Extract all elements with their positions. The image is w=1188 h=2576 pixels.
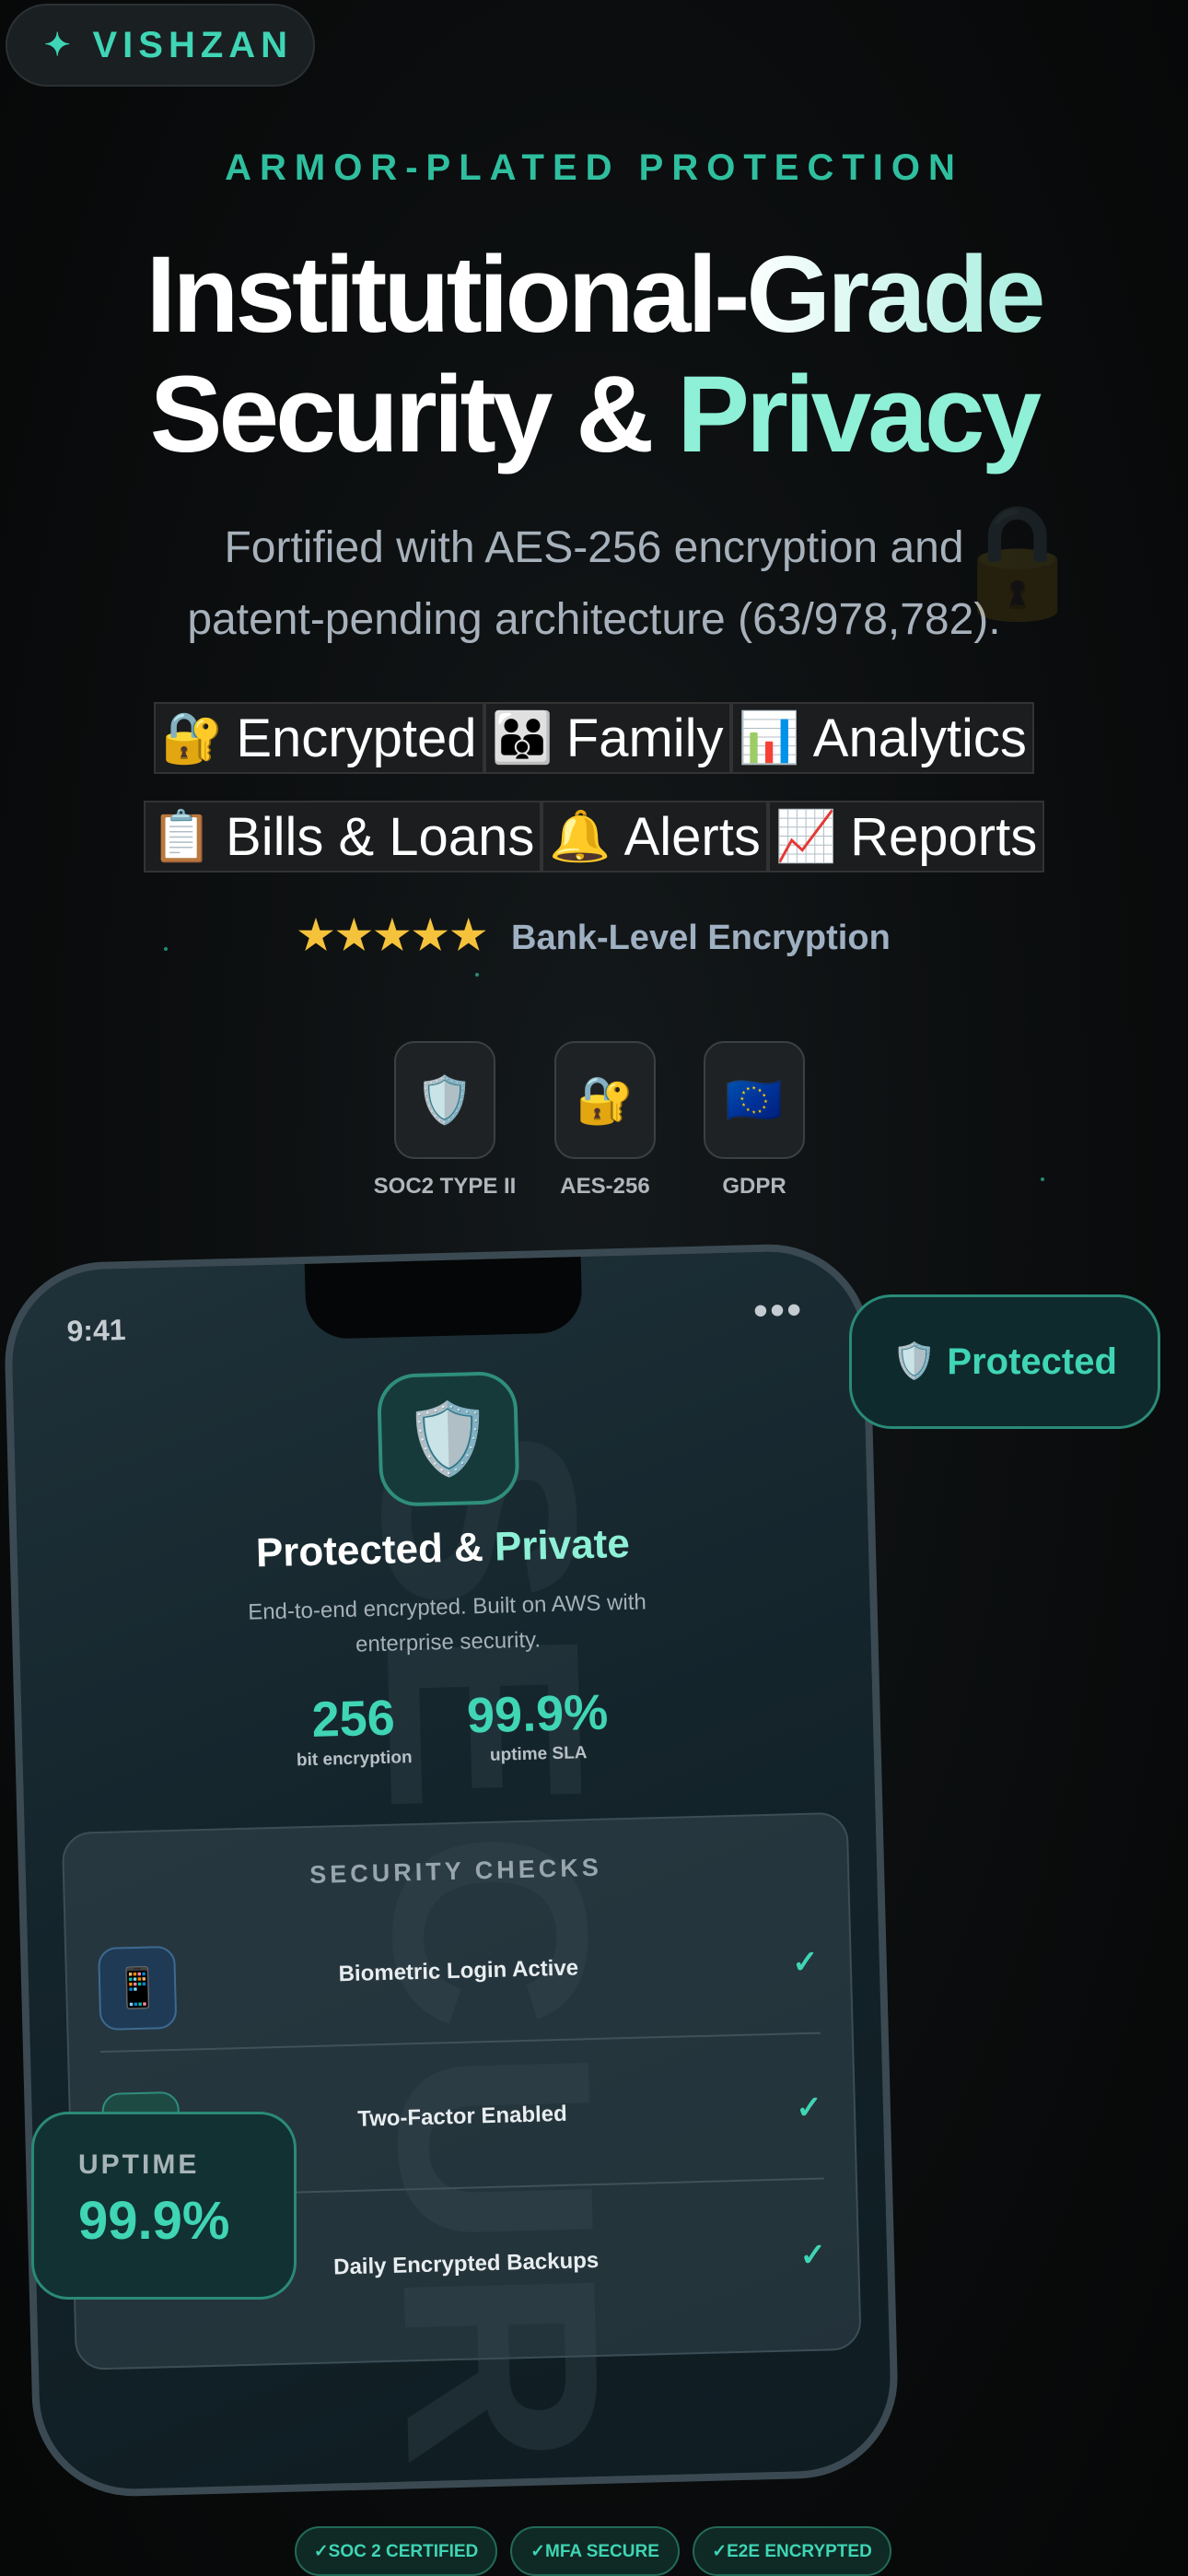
- rating-label: Bank-Level Encryption: [511, 919, 891, 957]
- check-row-biometric[interactable]: 📱 Biometric Login Active ✓: [97, 1896, 821, 2054]
- status-time: 9:41: [66, 1313, 127, 1348]
- feature-chip-reports[interactable]: 📈 Reports: [767, 801, 1045, 872]
- hero-title-line2: Security & Privacy: [0, 355, 1188, 474]
- feature-chip-encrypted[interactable]: 🔐 Encrypted: [154, 702, 484, 774]
- feature-label: Analytics: [812, 708, 1027, 768]
- e2e-encrypted-pill: ✓E2E ENCRYPTED: [693, 2526, 891, 2576]
- stat-value: 256: [310, 1690, 396, 1748]
- feature-label: Encrypted: [236, 708, 477, 768]
- bell-icon: 🔔: [549, 808, 611, 864]
- family-icon: 👪: [491, 709, 553, 766]
- bar-chart-icon: 📊: [738, 709, 800, 766]
- feature-label: Family: [565, 708, 724, 768]
- soc2-certified-pill: ✓SOC 2 CERTIFIED: [295, 2526, 497, 2576]
- feature-chip-alerts[interactable]: 🔔 Alerts: [542, 801, 768, 872]
- phone-title-private: Private: [494, 1520, 631, 1570]
- feature-row-1: 🔐 Encrypted 👪 Family 📊 Analytics: [0, 702, 1188, 774]
- stat-uptime: 99.9% uptime SLA: [445, 1683, 631, 1767]
- feature-row-2: 📋 Bills & Loans 🔔 Alerts 📈 Reports: [0, 801, 1188, 872]
- shield-icon: 🛡️: [892, 1342, 937, 1381]
- lock-icon: 🔒: [949, 499, 1087, 623]
- cert-badge-gdpr[interactable]: 🇪🇺 GDPR: [704, 1041, 805, 1200]
- clipboard-icon: 📋: [150, 808, 214, 864]
- check-label: Biometric Login Active: [338, 1955, 579, 1987]
- uptime-label: UPTIME: [78, 2149, 200, 2180]
- checkmark-icon: ✓: [799, 2237, 827, 2274]
- protected-badge: 🛡️ Protected: [849, 1294, 1160, 1429]
- checkmark-icon: ✓: [795, 2090, 823, 2126]
- checkmark-icon: ✓: [791, 1944, 820, 1981]
- stat-value: 99.9%: [466, 1684, 609, 1744]
- phone-subtitle: End-to-end encrypted. Built on AWS with …: [230, 1585, 665, 1666]
- cert-badge-aes256[interactable]: 🔐 AES-256: [554, 1041, 656, 1200]
- feature-label: Bills & Loans: [226, 806, 535, 867]
- more-dots-icon[interactable]: •••: [752, 1284, 804, 1335]
- sparkle-icon: ✦: [44, 28, 76, 63]
- feature-chip-bills-loans[interactable]: 📋 Bills & Loans: [143, 801, 542, 872]
- stat-encryption: 256 bit encryption: [279, 1689, 428, 1772]
- hero-title-security: Security &: [149, 354, 655, 475]
- locked-with-key-icon: 🔐: [161, 709, 224, 766]
- feature-label: Reports: [850, 806, 1038, 867]
- brand-pill[interactable]: ✦ VISHZAN: [6, 4, 315, 87]
- star-rating-icon: ★★★★★: [297, 913, 489, 958]
- protected-label: Protected: [947, 1341, 1117, 1382]
- hero-eyebrow: ARMOR-PLATED PROTECTION: [225, 147, 963, 188]
- lock-icon: 🔐: [554, 1041, 656, 1159]
- brand-name: VISHZAN: [92, 24, 294, 65]
- uptime-value: 99.9%: [78, 2191, 230, 2251]
- phone-notch: [304, 1247, 583, 1340]
- shield-icon: 🛡️: [376, 1370, 520, 1507]
- mfa-secure-pill: ✓MFA SECURE: [510, 2526, 680, 2576]
- hero-title-line1: Institutional-Grade: [0, 235, 1188, 355]
- decorative-dot: [1041, 1177, 1044, 1181]
- hero-title: Institutional-Grade Security & Privacy: [0, 235, 1188, 474]
- trend-chart-icon: 📈: [775, 808, 838, 864]
- shield-icon: 🛡️: [394, 1041, 495, 1159]
- phone-mockup: SECURE 9:41 ••• 🛡️ Protected & Private E…: [2, 1241, 901, 2500]
- rating-row: ★★★★★ Bank-Level Encryption: [0, 912, 1188, 959]
- stat-caption: bit encryption: [296, 1748, 413, 1771]
- decorative-dot: [164, 947, 168, 951]
- cert-label: GDPR: [722, 1174, 786, 1199]
- feature-label: Alerts: [623, 806, 761, 867]
- uptime-card: UPTIME 99.9%: [31, 2112, 297, 2300]
- phone-title-protected: Protected &: [255, 1524, 484, 1576]
- eu-flag-icon: 🇪🇺: [704, 1041, 805, 1159]
- decorative-dot: [475, 973, 479, 977]
- security-checks-title: SECURITY CHECKS: [309, 1853, 603, 1890]
- feature-chip-analytics[interactable]: 📊 Analytics: [730, 702, 1034, 774]
- feature-chip-family[interactable]: 👪 Family: [483, 702, 731, 774]
- hero-title-privacy: Privacy: [677, 354, 1042, 475]
- cert-badge-soc2[interactable]: 🛡️ SOC2 TYPE II: [374, 1041, 516, 1200]
